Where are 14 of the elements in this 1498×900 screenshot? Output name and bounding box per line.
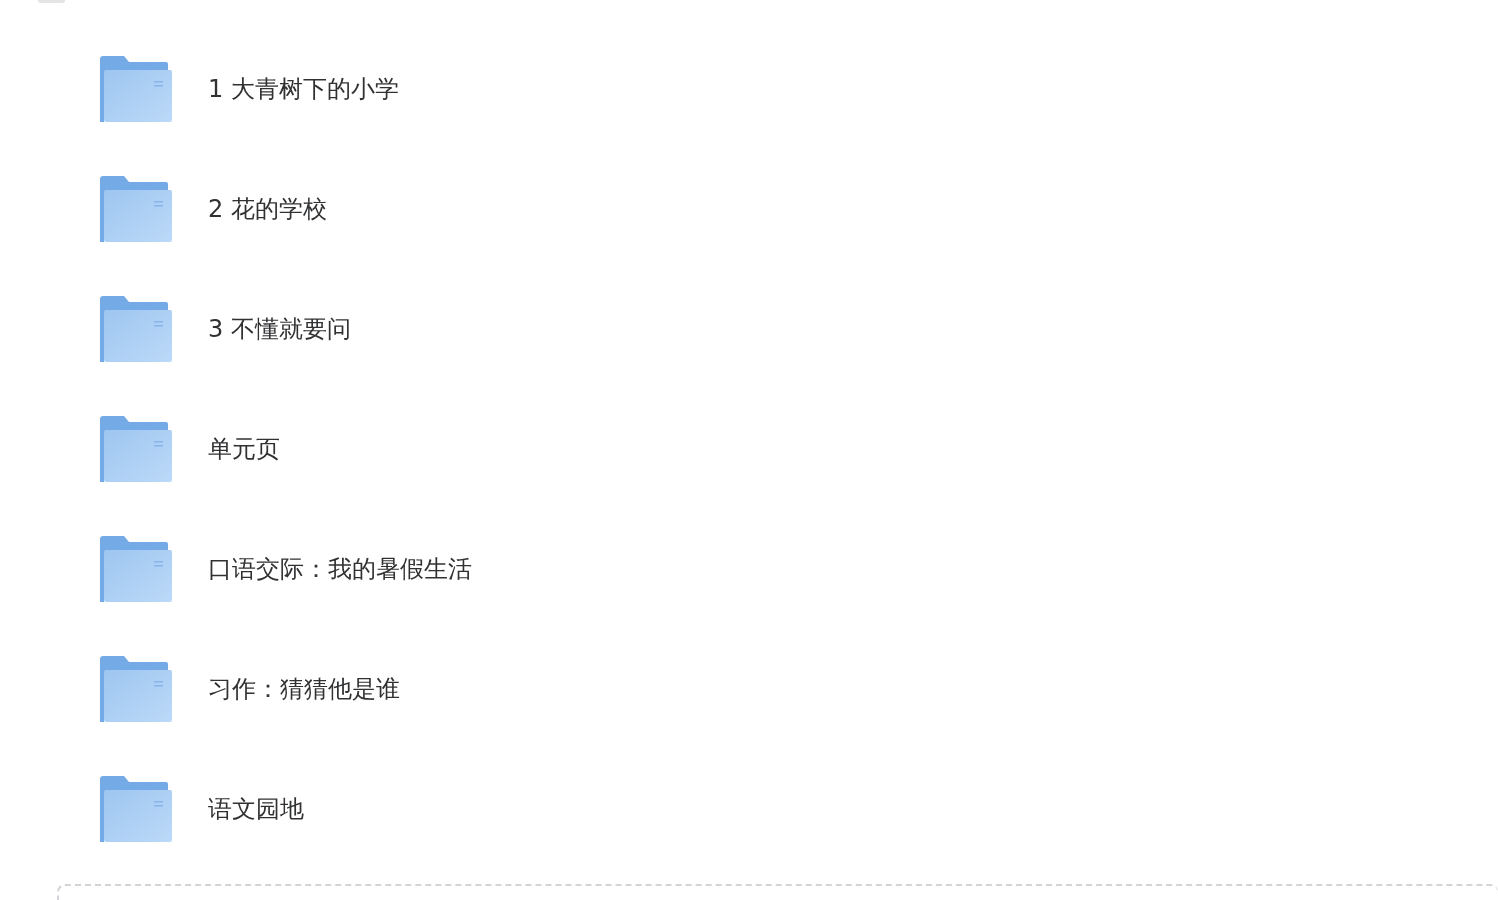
folder-name[interactable]: 单元页 — [208, 431, 280, 467]
folder-icon — [100, 776, 172, 842]
folder-icon — [100, 656, 172, 722]
folder-name[interactable]: 3 不懂就要问 — [208, 311, 351, 347]
folder-icon — [100, 296, 172, 362]
folder-name[interactable]: 1 大青树下的小学 — [208, 71, 399, 107]
folder-name[interactable]: 语文园地 — [208, 791, 304, 827]
folder-icon — [100, 176, 172, 242]
folder-icon — [100, 536, 172, 602]
folder-name[interactable]: 2 花的学校 — [208, 191, 327, 227]
folder-name[interactable]: 习作：猜猜他是谁 — [208, 671, 400, 707]
folder-icon — [100, 56, 172, 122]
folder-name[interactable]: 口语交际：我的暑假生活 — [208, 551, 472, 587]
folder-icon — [100, 416, 172, 482]
